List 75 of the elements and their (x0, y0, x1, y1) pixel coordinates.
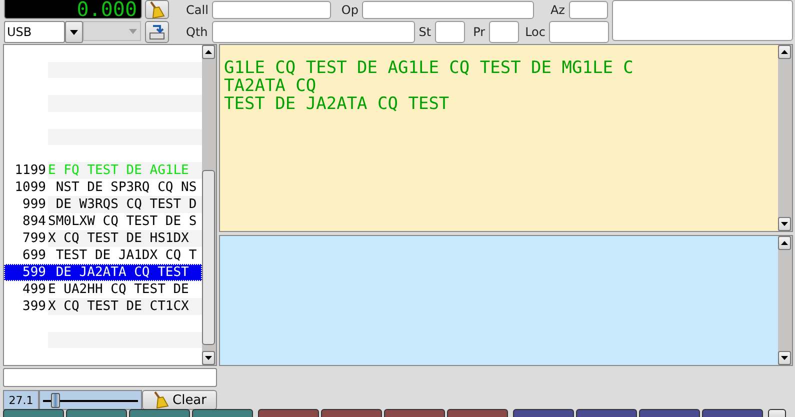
frequency-offset: 799 (22, 230, 47, 247)
call-label: Call (186, 2, 208, 16)
qth-field[interactable] (212, 21, 415, 43)
call-field[interactable] (212, 0, 332, 18)
scroll-up-button[interactable] (202, 45, 215, 59)
op-field[interactable] (362, 0, 534, 18)
dropdown-button[interactable] (65, 21, 83, 43)
signal-row[interactable]: 1199 E FQ TEST DE AG1LE (4, 162, 202, 179)
broom-icon (149, 0, 165, 18)
slider-thumb[interactable] (50, 393, 60, 408)
input-field[interactable] (3, 368, 217, 387)
decoded-text: DE W3RQS CQ TEST D (48, 196, 202, 213)
frequency-offset: 399 (22, 298, 47, 315)
scroll-up-button[interactable] (778, 45, 791, 59)
caret-down-icon (781, 222, 788, 226)
signal-row[interactable]: 999 DE W3RQS CQ TEST D (4, 196, 202, 213)
pr-field[interactable] (489, 21, 520, 43)
scroll-down-button[interactable] (202, 351, 215, 365)
received-text: TEST DE JA2ATA CQ TEST (224, 95, 450, 113)
st-field[interactable] (435, 21, 466, 43)
caret-down-icon (70, 30, 78, 34)
signal-row[interactable]: 399 X CQ TEST DE CT1CX (4, 298, 202, 315)
signal-row[interactable]: 499 E UA2HH CQ TEST DE (4, 280, 202, 298)
scrollbar[interactable] (778, 45, 792, 231)
signal-row[interactable]: 894 SM0LXW CQ TEST DE S (4, 212, 202, 230)
qth-label: Qth (186, 25, 208, 39)
scrollbar[interactable] (202, 45, 216, 365)
frequency-display: 0.000 (4, 0, 142, 19)
frequency-offset: 599 (22, 264, 47, 281)
caret-down-icon (129, 28, 137, 34)
az-label: Az (550, 2, 565, 16)
notes-field[interactable] (612, 0, 793, 41)
frequency-offset: 699 (22, 246, 47, 264)
caret-down-icon (781, 356, 788, 360)
scroll-down-button[interactable] (778, 351, 791, 365)
swap-button[interactable] (145, 21, 169, 43)
clear-button[interactable] (145, 0, 169, 19)
squelch-reading: 27.1 (3, 390, 39, 410)
frequency-offset: 999 (22, 196, 47, 213)
mode-dropdown[interactable]: USB (4, 21, 65, 43)
scroll-down-button[interactable] (778, 217, 791, 231)
caret-up-icon (781, 241, 788, 245)
scrollbar[interactable] (778, 236, 792, 365)
frequency-offset: 894 (22, 212, 47, 230)
received-text: TA2ATA CQ (224, 77, 318, 95)
decoded-text: SM0LXW CQ TEST DE S (48, 212, 198, 230)
loc-field[interactable] (549, 21, 610, 43)
signal-row[interactable]: 699 TEST DE JA1DX CQ T (4, 246, 202, 264)
az-field[interactable] (568, 0, 608, 18)
decoded-text: E UA2HH CQ TEST DE (48, 280, 190, 298)
loc-label: Loc (525, 25, 546, 39)
pr-label: Pr (473, 25, 486, 39)
scroll-up-button[interactable] (778, 236, 791, 250)
st-label: St (418, 25, 432, 39)
frequency-offset: 499 (22, 280, 47, 298)
frequency-offset: 1199 (14, 162, 47, 179)
decoded-text: X CQ TEST DE HS1DX (48, 230, 202, 247)
decoded-text: TEST DE JA1DX CQ T (54, 246, 198, 264)
op-label: Op (341, 2, 358, 16)
broom-icon (152, 391, 168, 409)
decoded-text: E FQ TEST DE AG1LE (48, 162, 202, 179)
frequency-offset: 1099 (14, 178, 47, 196)
scroll-thumb[interactable] (202, 170, 215, 345)
caret-down-icon (205, 356, 212, 360)
caret-up-icon (781, 50, 788, 54)
caret-up-icon (205, 50, 212, 54)
decoded-text: X CQ TEST DE CT1CX (48, 298, 202, 315)
signal-row[interactable]: 799 X CQ TEST DE HS1DX (4, 230, 202, 247)
clear-button[interactable]: Clear (142, 390, 217, 410)
swap-icon (149, 24, 165, 40)
signal-row[interactable]: 599 DE JA2ATA CQ TEST (4, 264, 202, 281)
signal-row[interactable]: 1099 NST DE SP3RQ CQ NS (4, 178, 202, 196)
decoded-text: NST DE SP3RQ CQ NS (54, 178, 198, 196)
received-text: G1LE CQ TEST DE AG1LE CQ TEST DE MG1LE C (224, 59, 634, 77)
squelch-slider[interactable] (39, 390, 142, 410)
